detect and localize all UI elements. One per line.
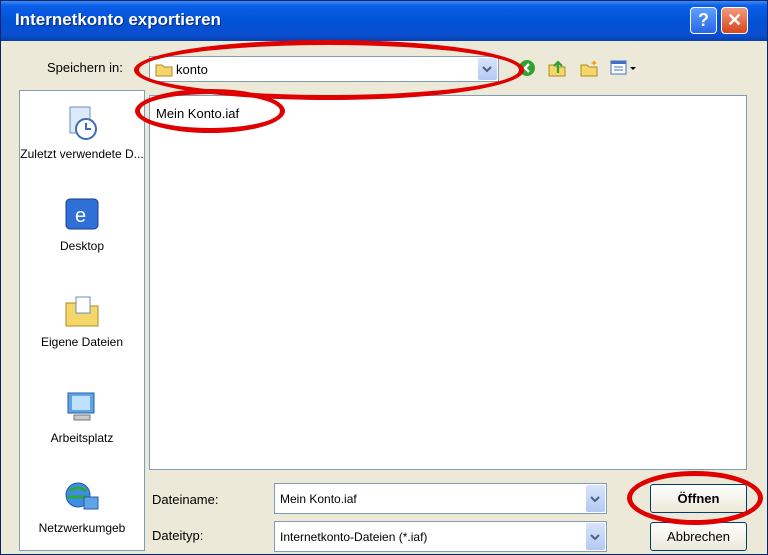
help-button[interactable]: ? (690, 7, 717, 34)
close-button[interactable]: ✕ (721, 7, 748, 34)
chevron-down-icon[interactable] (478, 58, 497, 80)
filetype-label: Dateityp: (152, 528, 204, 543)
place-desktop[interactable]: e Desktop (20, 195, 144, 253)
up-folder-icon[interactable] (547, 58, 567, 78)
open-button[interactable]: Öffnen (650, 484, 747, 513)
network-icon (62, 477, 102, 517)
file-list[interactable]: Mein Konto.iaf (149, 95, 747, 470)
title-bar[interactable]: Internetkonto exportieren ? ✕ (1, 1, 767, 41)
cancel-button[interactable]: Abbrechen (650, 522, 747, 551)
place-my-computer[interactable]: Arbeitsplatz (20, 387, 144, 445)
view-menu-icon[interactable] (609, 58, 639, 78)
desktop-icon: e (62, 195, 102, 235)
recent-documents-icon (62, 103, 102, 143)
place-network[interactable]: Netzwerkumgeb (20, 477, 144, 535)
places-bar: Zuletzt verwendete D... e Desktop Eigene… (19, 90, 145, 551)
save-in-dropdown[interactable]: konto (149, 56, 499, 82)
save-in-value: konto (176, 62, 208, 77)
place-label: Netzwerkumgeb (38, 521, 126, 535)
chevron-down-icon[interactable] (586, 523, 605, 550)
place-my-documents[interactable]: Eigene Dateien (20, 291, 144, 349)
place-label: Arbeitsplatz (50, 431, 114, 445)
svg-text:e: e (75, 205, 86, 227)
back-icon[interactable] (517, 58, 537, 78)
filename-field[interactable]: Mein Konto.iaf (274, 483, 607, 514)
place-label: Desktop (59, 239, 105, 253)
place-label: Zuletzt verwendete D... (20, 147, 144, 161)
filetype-dropdown[interactable]: Internetkonto-Dateien (*.iaf) (274, 521, 607, 552)
folder-icon (155, 62, 173, 82)
save-dialog: Internetkonto exportieren ? ✕ Speichern … (0, 0, 768, 555)
filetype-value: Internetkonto-Dateien (*.iaf) (280, 530, 428, 544)
place-label: Eigene Dateien (40, 335, 124, 349)
my-documents-icon (62, 291, 102, 331)
window-title: Internetkonto exportieren (15, 10, 221, 29)
new-folder-icon[interactable] (579, 58, 599, 78)
save-in-label: Speichern in: (47, 60, 123, 75)
filename-label: Dateiname: (152, 492, 219, 507)
file-item[interactable]: Mein Konto.iaf (156, 106, 239, 121)
filename-value: Mein Konto.iaf (280, 492, 357, 506)
place-recent[interactable]: Zuletzt verwendete D... (20, 103, 144, 161)
chevron-down-icon[interactable] (586, 485, 605, 512)
my-computer-icon (62, 387, 102, 427)
